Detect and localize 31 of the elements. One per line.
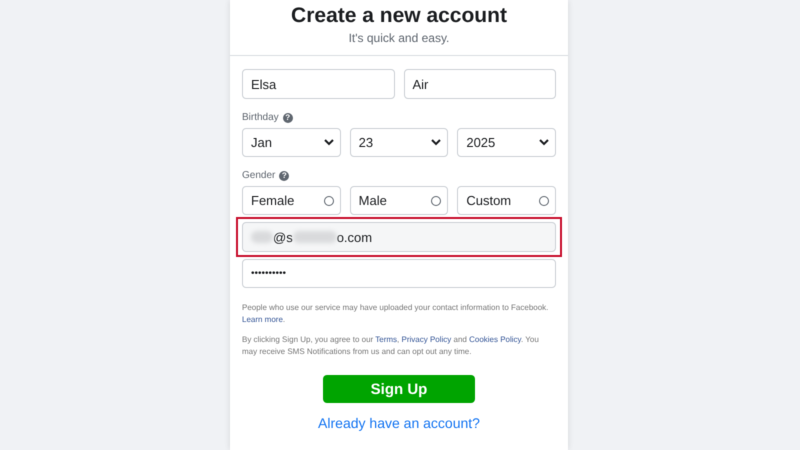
password-field[interactable]: ••••••••••: [242, 259, 556, 288]
gender-option[interactable]: Male: [350, 186, 448, 215]
blurred-text: [251, 231, 273, 243]
name-field[interactable]: Elsa: [242, 69, 394, 99]
gender-label: Gender: [242, 170, 276, 181]
learn-more-link[interactable]: Learn more: [242, 314, 283, 324]
policy-link[interactable]: Privacy Policy: [402, 335, 452, 344]
help-icon[interactable]: ?: [279, 170, 290, 180]
birthday-label: Birthday: [242, 112, 279, 123]
blurred-text: [292, 231, 337, 243]
login-link[interactable]: Already have an account?: [318, 415, 480, 431]
chevron-down-icon: [539, 139, 550, 146]
chevron-down-icon: [324, 139, 334, 146]
terms-text: By clicking Sign Up, you agree to our Terms, Privacy Policy and Cookies Policy. You may receive SMS Notifications from us and can opt out any time.: [242, 334, 540, 357]
help-icon[interactable]: ?: [282, 112, 293, 122]
birthday-select[interactable]: Jan: [242, 128, 341, 157]
birthday-select[interactable]: 2025: [457, 128, 556, 157]
radio-button[interactable]: [324, 196, 334, 206]
policy-link[interactable]: Cookies Policy: [469, 335, 521, 344]
gender-option[interactable]: Custom: [457, 186, 556, 215]
policy-link[interactable]: Terms: [375, 335, 398, 344]
form-subtitle: It's quick and easy.: [348, 31, 450, 45]
radio-button[interactable]: [431, 196, 442, 206]
radio-button[interactable]: [539, 196, 550, 206]
email-field[interactable]: @s o.com: [242, 222, 556, 252]
form-title: Create a new account: [291, 3, 507, 28]
birthday-select[interactable]: 23: [350, 128, 448, 157]
chevron-down-icon: [431, 139, 442, 146]
gender-option[interactable]: Female: [242, 186, 341, 215]
name-field[interactable]: Air: [404, 69, 556, 99]
contact-notice: People who use our service may have uploaded your contact information to Facebook. Learn more.: [242, 302, 550, 325]
